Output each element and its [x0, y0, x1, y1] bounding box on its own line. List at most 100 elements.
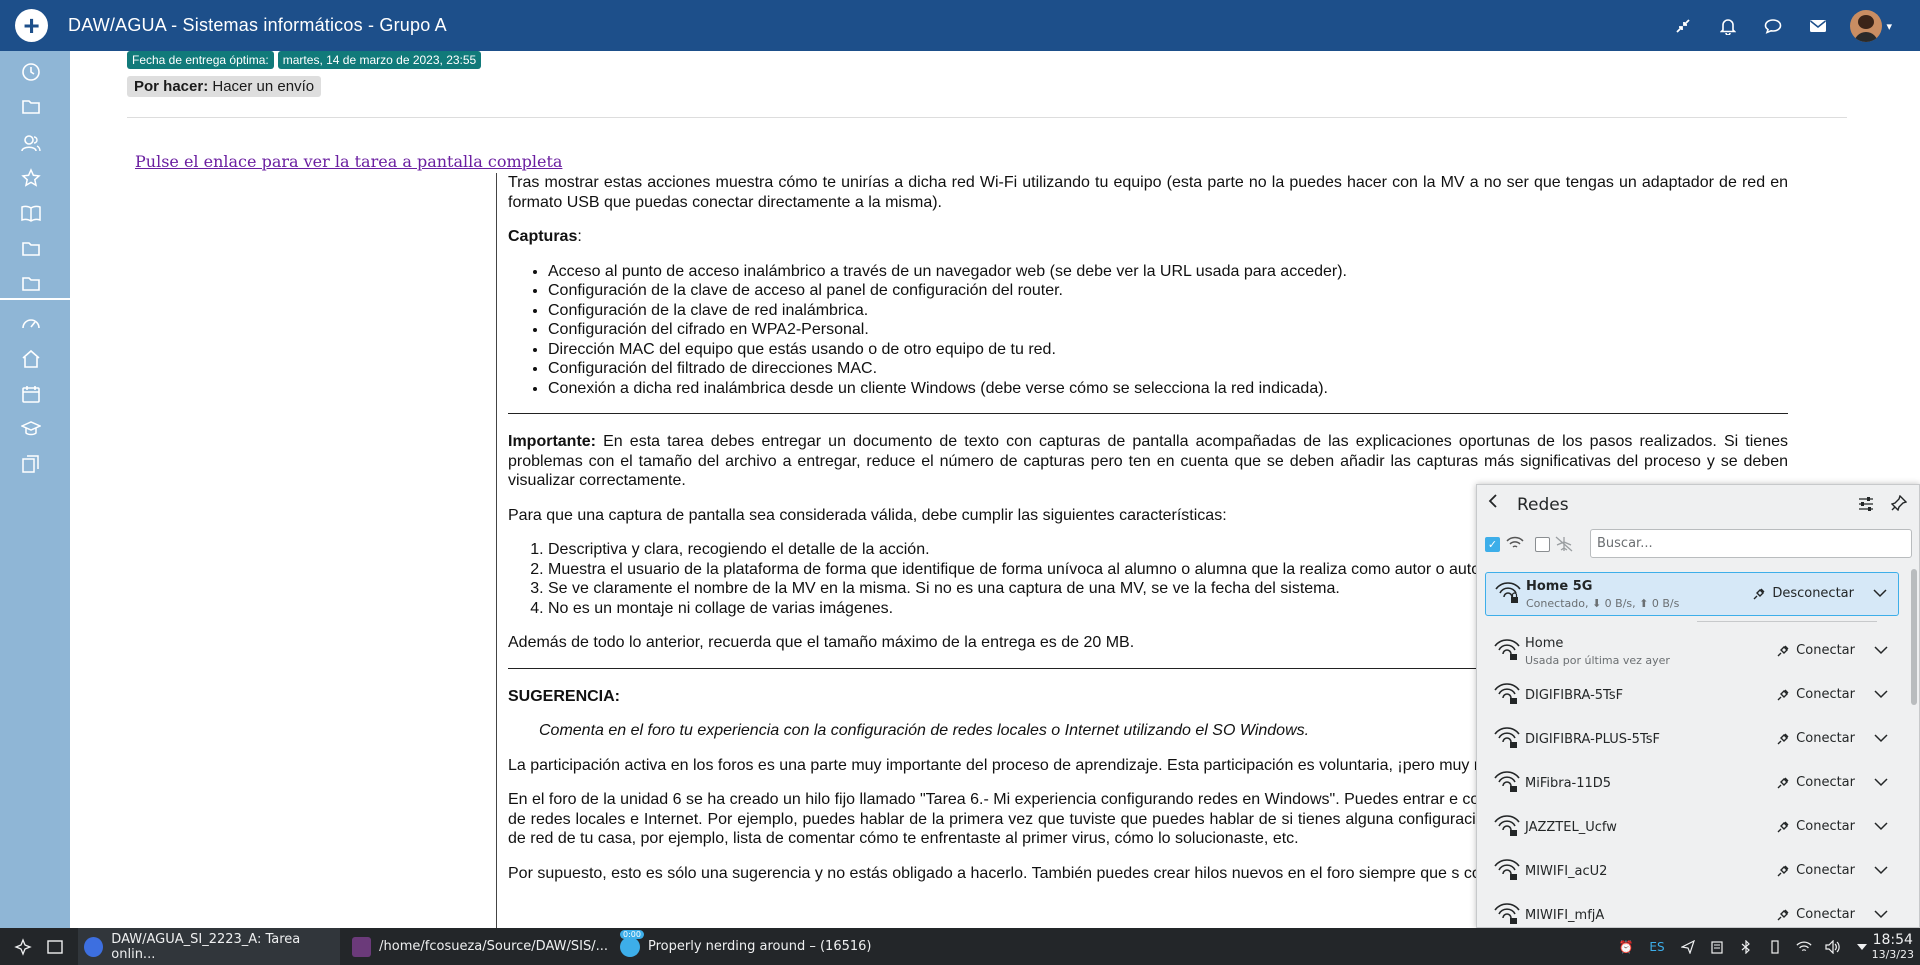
connect-button[interactable]: Conectar — [1776, 863, 1855, 878]
disconnect-button[interactable]: Desconectar — [1752, 586, 1854, 601]
chevron-down-icon[interactable] — [1873, 730, 1889, 750]
captures-heading: Capturas: — [508, 228, 582, 245]
music-icon — [620, 936, 640, 957]
chevron-down-icon[interactable] — [1873, 818, 1889, 838]
due-date-label: Fecha de entrega óptima: — [127, 51, 274, 69]
connect-button[interactable]: Conectar — [1776, 775, 1855, 790]
clipboard-icon[interactable] — [1709, 939, 1725, 955]
network-row-connected[interactable]: Home 5G Conectado, ⬇ 0 B/s, ⬆ 0 B/s Desc… — [1485, 572, 1899, 616]
network-wifi-icon[interactable] — [1796, 939, 1812, 955]
chevron-down-icon[interactable]: ▾ — [1886, 20, 1892, 33]
plug-icon — [1777, 909, 1789, 920]
send-icon[interactable] — [1680, 939, 1696, 955]
left-sidebar — [0, 51, 70, 928]
divider — [508, 413, 1788, 414]
bell-icon[interactable] — [1705, 10, 1750, 42]
firefox-icon — [84, 936, 104, 957]
show-desktop-icon[interactable] — [40, 928, 70, 965]
folder-icon[interactable] — [20, 273, 42, 295]
bluetooth-icon[interactable] — [1738, 939, 1754, 955]
chevron-down-icon[interactable] — [1873, 642, 1889, 662]
wifi-enabled-checkbox[interactable]: ✓ — [1485, 537, 1500, 552]
airplane-mode-checkbox[interactable] — [1535, 537, 1550, 552]
scrollbar[interactable] — [1911, 569, 1917, 705]
connect-button[interactable]: Conectar — [1776, 687, 1855, 702]
user-avatar[interactable] — [1850, 10, 1883, 42]
task-texmaker[interactable]: /home/fcosueza/Source/DAW/SIS/... — [346, 928, 608, 965]
network-row[interactable]: MIWIFI_acU2 Conectar — [1485, 850, 1899, 894]
home-icon[interactable] — [20, 348, 42, 370]
configure-icon[interactable] — [1857, 495, 1875, 517]
network-search-input[interactable]: Buscar... — [1590, 529, 1912, 558]
wifi-locked-icon — [1493, 814, 1521, 842]
chevron-down-icon[interactable] — [1873, 686, 1889, 706]
add-button[interactable]: + — [15, 9, 48, 42]
taskbar: DAW/AGUA_SI_2223_A: Tarea onlin... /home… — [0, 928, 1920, 965]
task-firefox[interactable]: DAW/AGUA_SI_2223_A: Tarea onlin... — [78, 928, 340, 965]
network-row[interactable]: MiFibra-11D5 Conectar — [1485, 762, 1899, 806]
network-row[interactable]: Home Usada por última vez ayer Conectar — [1485, 630, 1899, 674]
calendar-icon[interactable] — [20, 383, 42, 405]
due-date-row: Fecha de entrega óptima: martes, 14 de m… — [127, 51, 482, 69]
chevron-down-icon[interactable] — [1873, 862, 1889, 882]
network-row[interactable]: JAZZTEL_Ucfw Conectar — [1485, 806, 1899, 850]
volume-icon[interactable] — [1825, 939, 1841, 955]
collapse-icon[interactable] — [1660, 10, 1705, 42]
chevron-down-icon[interactable] — [1872, 585, 1888, 605]
system-tray: ⏰ ES — [1618, 928, 1870, 965]
network-row[interactable]: DIGIFIBRA-5TsF Conectar — [1485, 674, 1899, 718]
graduation-icon[interactable] — [20, 418, 42, 440]
folder-icon[interactable] — [20, 238, 42, 260]
site-title[interactable]: DAW/AGUA - Sistemas informáticos - Grupo… — [68, 15, 447, 36]
fullscreen-task-link[interactable]: Pulse el enlace para ver la tarea a pant… — [135, 152, 562, 171]
important-label: Importante: — [508, 433, 596, 450]
clock[interactable]: 18:54 13/3/23 — [1872, 932, 1914, 961]
chevron-down-icon[interactable] — [1873, 906, 1889, 926]
connect-button[interactable]: Conectar — [1776, 731, 1855, 746]
documents-icon[interactable] — [20, 453, 42, 475]
task-music-player[interactable]: Properly nerding around – (16516) — [614, 928, 876, 965]
keyboard-layout[interactable]: ES — [1647, 939, 1667, 955]
network-row[interactable]: MIWIFI_mfjA Conectar — [1485, 894, 1899, 927]
chevron-down-icon[interactable] — [1873, 774, 1889, 794]
wifi-locked-icon — [1493, 770, 1521, 798]
disconnect-label: Desconectar — [1772, 586, 1854, 601]
connect-label: Conectar — [1796, 643, 1855, 658]
important-paragraph: Importante: En esta tarea debes entregar… — [508, 432, 1788, 491]
networks-header: Redes — [1477, 485, 1919, 525]
task-label: Properly nerding around – (16516) — [648, 939, 872, 954]
wifi-locked-icon — [1493, 682, 1521, 710]
network-name: MiFibra-11D5 — [1525, 776, 1612, 791]
wifi-icon — [1505, 535, 1525, 555]
connect-button[interactable]: Conectar — [1776, 907, 1855, 922]
network-name: JAZZTEL_Ucfw — [1525, 820, 1617, 835]
users-icon[interactable] — [20, 132, 42, 154]
dashboard-icon[interactable] — [20, 313, 42, 335]
network-name: Home — [1525, 636, 1564, 651]
chat-icon[interactable] — [1750, 10, 1795, 42]
alarm-clock-icon[interactable]: ⏰ — [1618, 939, 1634, 955]
tray-expand-icon[interactable] — [1854, 939, 1870, 955]
back-arrow-icon[interactable] — [1487, 493, 1499, 514]
star-icon[interactable] — [20, 167, 42, 189]
airplane-mode-icon — [1555, 536, 1573, 556]
list-item: Configuración de la clave de red inalámb… — [548, 301, 1788, 321]
connect-button[interactable]: Conectar — [1776, 819, 1855, 834]
connect-button[interactable]: Conectar — [1776, 643, 1855, 658]
connect-label: Conectar — [1796, 907, 1855, 922]
network-row[interactable]: DIGIFIBRA-PLUS-5TsF Conectar — [1485, 718, 1899, 762]
captures-title: Capturas — [508, 228, 578, 245]
usb-icon[interactable] — [1767, 939, 1783, 955]
pin-icon[interactable] — [1890, 494, 1908, 515]
app-launcher-icon[interactable] — [8, 928, 38, 965]
clock-date: 13/3/23 — [1871, 948, 1914, 961]
list-item: Configuración del filtrado de direccione… — [548, 359, 1788, 379]
networks-popup: Redes ✓ Buscar... Home 5G Conectado, ⬇ 0… — [1476, 484, 1920, 928]
folder-icon[interactable] — [20, 96, 42, 118]
connect-label: Conectar — [1796, 819, 1855, 834]
clock-icon[interactable] — [20, 61, 42, 83]
network-name: MIWIFI_mfjA — [1525, 908, 1605, 923]
mail-icon[interactable] — [1795, 10, 1840, 42]
todo-label: Por hacer: — [134, 78, 209, 95]
book-icon[interactable] — [20, 202, 42, 224]
